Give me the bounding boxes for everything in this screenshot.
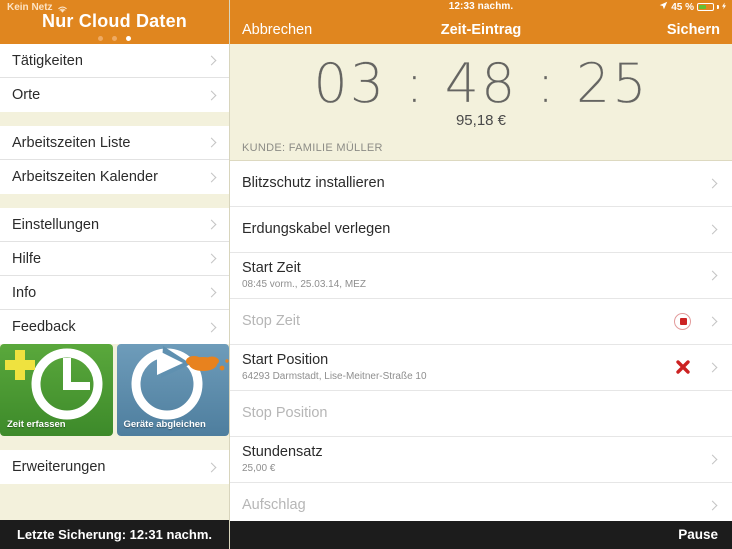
sidebar-footer-bar: Letzte Sicherung: 12:31 nachm. <box>0 520 229 549</box>
sidebar-item-einstellungen[interactable]: Einstellungen <box>0 208 229 242</box>
row-aufschlag[interactable]: Aufschlag <box>230 482 732 521</box>
row-title: Stop Zeit <box>242 312 301 329</box>
row-title: Stundensatz <box>242 443 323 460</box>
chevron-right-icon <box>707 316 718 326</box>
row-start-zeit[interactable]: Start Zeit 08:45 vorm., 25.03.14, MEZ <box>230 252 732 299</box>
chevron-right-icon <box>707 178 718 188</box>
sidebar-item-label: Arbeitszeiten Liste <box>12 134 131 151</box>
row-start-position[interactable]: Start Position 64293 Darmstadt, Lise-Mei… <box>230 344 732 391</box>
chevron-right-icon <box>707 270 718 280</box>
sidebar-item-label: Feedback <box>12 319 76 335</box>
page-dot-1[interactable] <box>98 36 103 41</box>
detail-status-bar: 12:33 nachm. 45 % <box>230 0 732 16</box>
row-title: Blitzschutz installieren <box>242 174 385 191</box>
sidebar-body: Tätigkeiten Orte Arbeitszeiten Liste Arb… <box>0 44 229 520</box>
tile-label: Zeit erfassen <box>7 419 66 430</box>
page-title: Zeit-Eintrag <box>440 21 522 38</box>
tile-zeit-erfassen[interactable]: Zeit erfassen <box>0 344 113 436</box>
sidebar-item-arbeitszeiten-kalender[interactable]: Arbeitszeiten Kalender <box>0 160 229 194</box>
detail-panel: 12:33 nachm. 45 % Abbrechen Zeit-Eintrag… <box>230 0 732 549</box>
pause-button[interactable]: Pause <box>678 527 718 542</box>
detail-nav-bar: Abbrechen Zeit-Eintrag Sichern <box>230 15 732 45</box>
customer-label: KUNDE: FAMILIE MÜLLER <box>242 141 383 154</box>
row-erdungskabel-verlegen[interactable]: Erdungskabel verlegen <box>230 206 732 253</box>
red-x-icon[interactable] <box>675 359 691 375</box>
sidebar-item-label: Orte <box>12 87 41 103</box>
stop-record-icon[interactable] <box>674 312 691 330</box>
row-subtitle: 08:45 vorm., 25.03.14, MEZ <box>242 278 366 290</box>
sidebar-item-label: Hilfe <box>12 250 42 267</box>
row-title: Start Zeit <box>242 259 301 276</box>
sidebar: Kein Netz Nur Cloud Daten Tätigkeiten Or… <box>0 0 230 549</box>
battery-cap-icon <box>717 5 719 9</box>
sidebar-item-label: Info <box>12 284 37 301</box>
sidebar-item-label: Erweiterungen <box>12 459 106 475</box>
detail-footer-bar: Pause <box>230 520 732 549</box>
sidebar-group-divider <box>0 112 229 126</box>
chevron-right-icon <box>206 219 217 230</box>
row-title: Start Position <box>242 351 329 368</box>
chevron-right-icon <box>707 224 718 234</box>
row-title: Stop Position <box>242 404 328 421</box>
sidebar-item-taetigkeiten[interactable]: Tätigkeiten <box>0 44 229 78</box>
chevron-right-icon <box>206 253 217 264</box>
status-clock: 12:33 nachm. <box>448 1 514 12</box>
sidebar-app-tiles: Zeit erfassen Geräte abgleichen <box>0 344 229 436</box>
battery-icon <box>697 3 714 11</box>
sidebar-item-label: Tätigkeiten <box>12 52 83 69</box>
row-subtitle: 25,00 € <box>242 462 276 474</box>
chevron-right-icon <box>206 55 217 66</box>
chevron-right-icon <box>206 90 217 100</box>
row-stop-position[interactable]: Stop Position <box>230 390 732 437</box>
sidebar-item-label: Einstellungen <box>12 216 100 233</box>
page-dot-3-active[interactable] <box>126 36 131 41</box>
chevron-right-icon <box>707 500 718 511</box>
sidebar-item-hilfe[interactable]: Hilfe <box>0 242 229 276</box>
row-title: Aufschlag <box>242 497 306 513</box>
sidebar-filler <box>0 484 229 520</box>
chevron-right-icon <box>206 172 217 182</box>
sidebar-group-divider <box>0 436 229 450</box>
chevron-right-icon <box>707 362 718 372</box>
sidebar-group-2: Arbeitszeiten Liste Arbeitszeiten Kalend… <box>0 126 229 194</box>
sidebar-group-1: Tätigkeiten Orte <box>0 44 229 112</box>
sidebar-title: Nur Cloud Daten <box>42 11 187 31</box>
battery-percent-label: 45 % <box>671 1 694 13</box>
row-stop-zeit[interactable]: Stop Zeit <box>230 298 732 345</box>
chevron-right-icon <box>206 137 217 148</box>
sidebar-item-orte[interactable]: Orte <box>0 78 229 112</box>
page-dots[interactable] <box>0 36 229 41</box>
row-blitzschutz-installieren[interactable]: Blitzschutz installieren <box>230 160 732 207</box>
sidebar-group-divider <box>0 194 229 208</box>
location-arrow-icon <box>659 1 668 13</box>
sidebar-item-info[interactable]: Info <box>0 276 229 310</box>
status-battery-group: 45 % <box>659 1 726 13</box>
chevron-right-icon <box>707 454 718 464</box>
sidebar-group-3: Einstellungen Hilfe Info Feedback <box>0 208 229 344</box>
detail-row-list: Blitzschutz installieren Erdungskabel ve… <box>230 160 732 521</box>
sidebar-item-erweiterungen[interactable]: Erweiterungen <box>0 450 229 484</box>
sidebar-group-4: Erweiterungen <box>0 450 229 484</box>
row-stundensatz[interactable]: Stundensatz 25,00 € <box>230 436 732 483</box>
charging-bolt-icon <box>722 2 726 13</box>
last-backup-label: Letzte Sicherung: 12:31 nachm. <box>16 527 213 542</box>
page-dot-2[interactable] <box>112 36 117 41</box>
chevron-right-icon <box>206 462 217 472</box>
sidebar-header: Kein Netz Nur Cloud Daten <box>0 0 229 44</box>
sidebar-item-feedback[interactable]: Feedback <box>0 310 229 344</box>
sidebar-item-label: Arbeitszeiten Kalender <box>12 169 158 185</box>
row-subtitle: 64293 Darmstadt, Lise-Meitner-Straße 10 <box>242 370 427 382</box>
timer-hero: 03 : 48 : 25 95,18 € KUNDE: FAMILIE MÜLL… <box>230 44 732 161</box>
sidebar-item-arbeitszeiten-liste[interactable]: Arbeitszeiten Liste <box>0 126 229 160</box>
tile-geraete-abgleichen[interactable]: Geräte abgleichen <box>116 344 229 436</box>
save-button[interactable]: Sichern <box>667 22 720 38</box>
row-title: Erdungskabel verlegen <box>242 220 391 237</box>
timer-display: 03 : 48 : 25 <box>313 52 649 116</box>
tile-label: Geräte abgleichen <box>123 419 206 430</box>
chevron-right-icon <box>206 287 217 298</box>
app-root: Kein Netz Nur Cloud Daten Tätigkeiten Or… <box>0 0 732 549</box>
chevron-right-icon <box>206 322 217 332</box>
